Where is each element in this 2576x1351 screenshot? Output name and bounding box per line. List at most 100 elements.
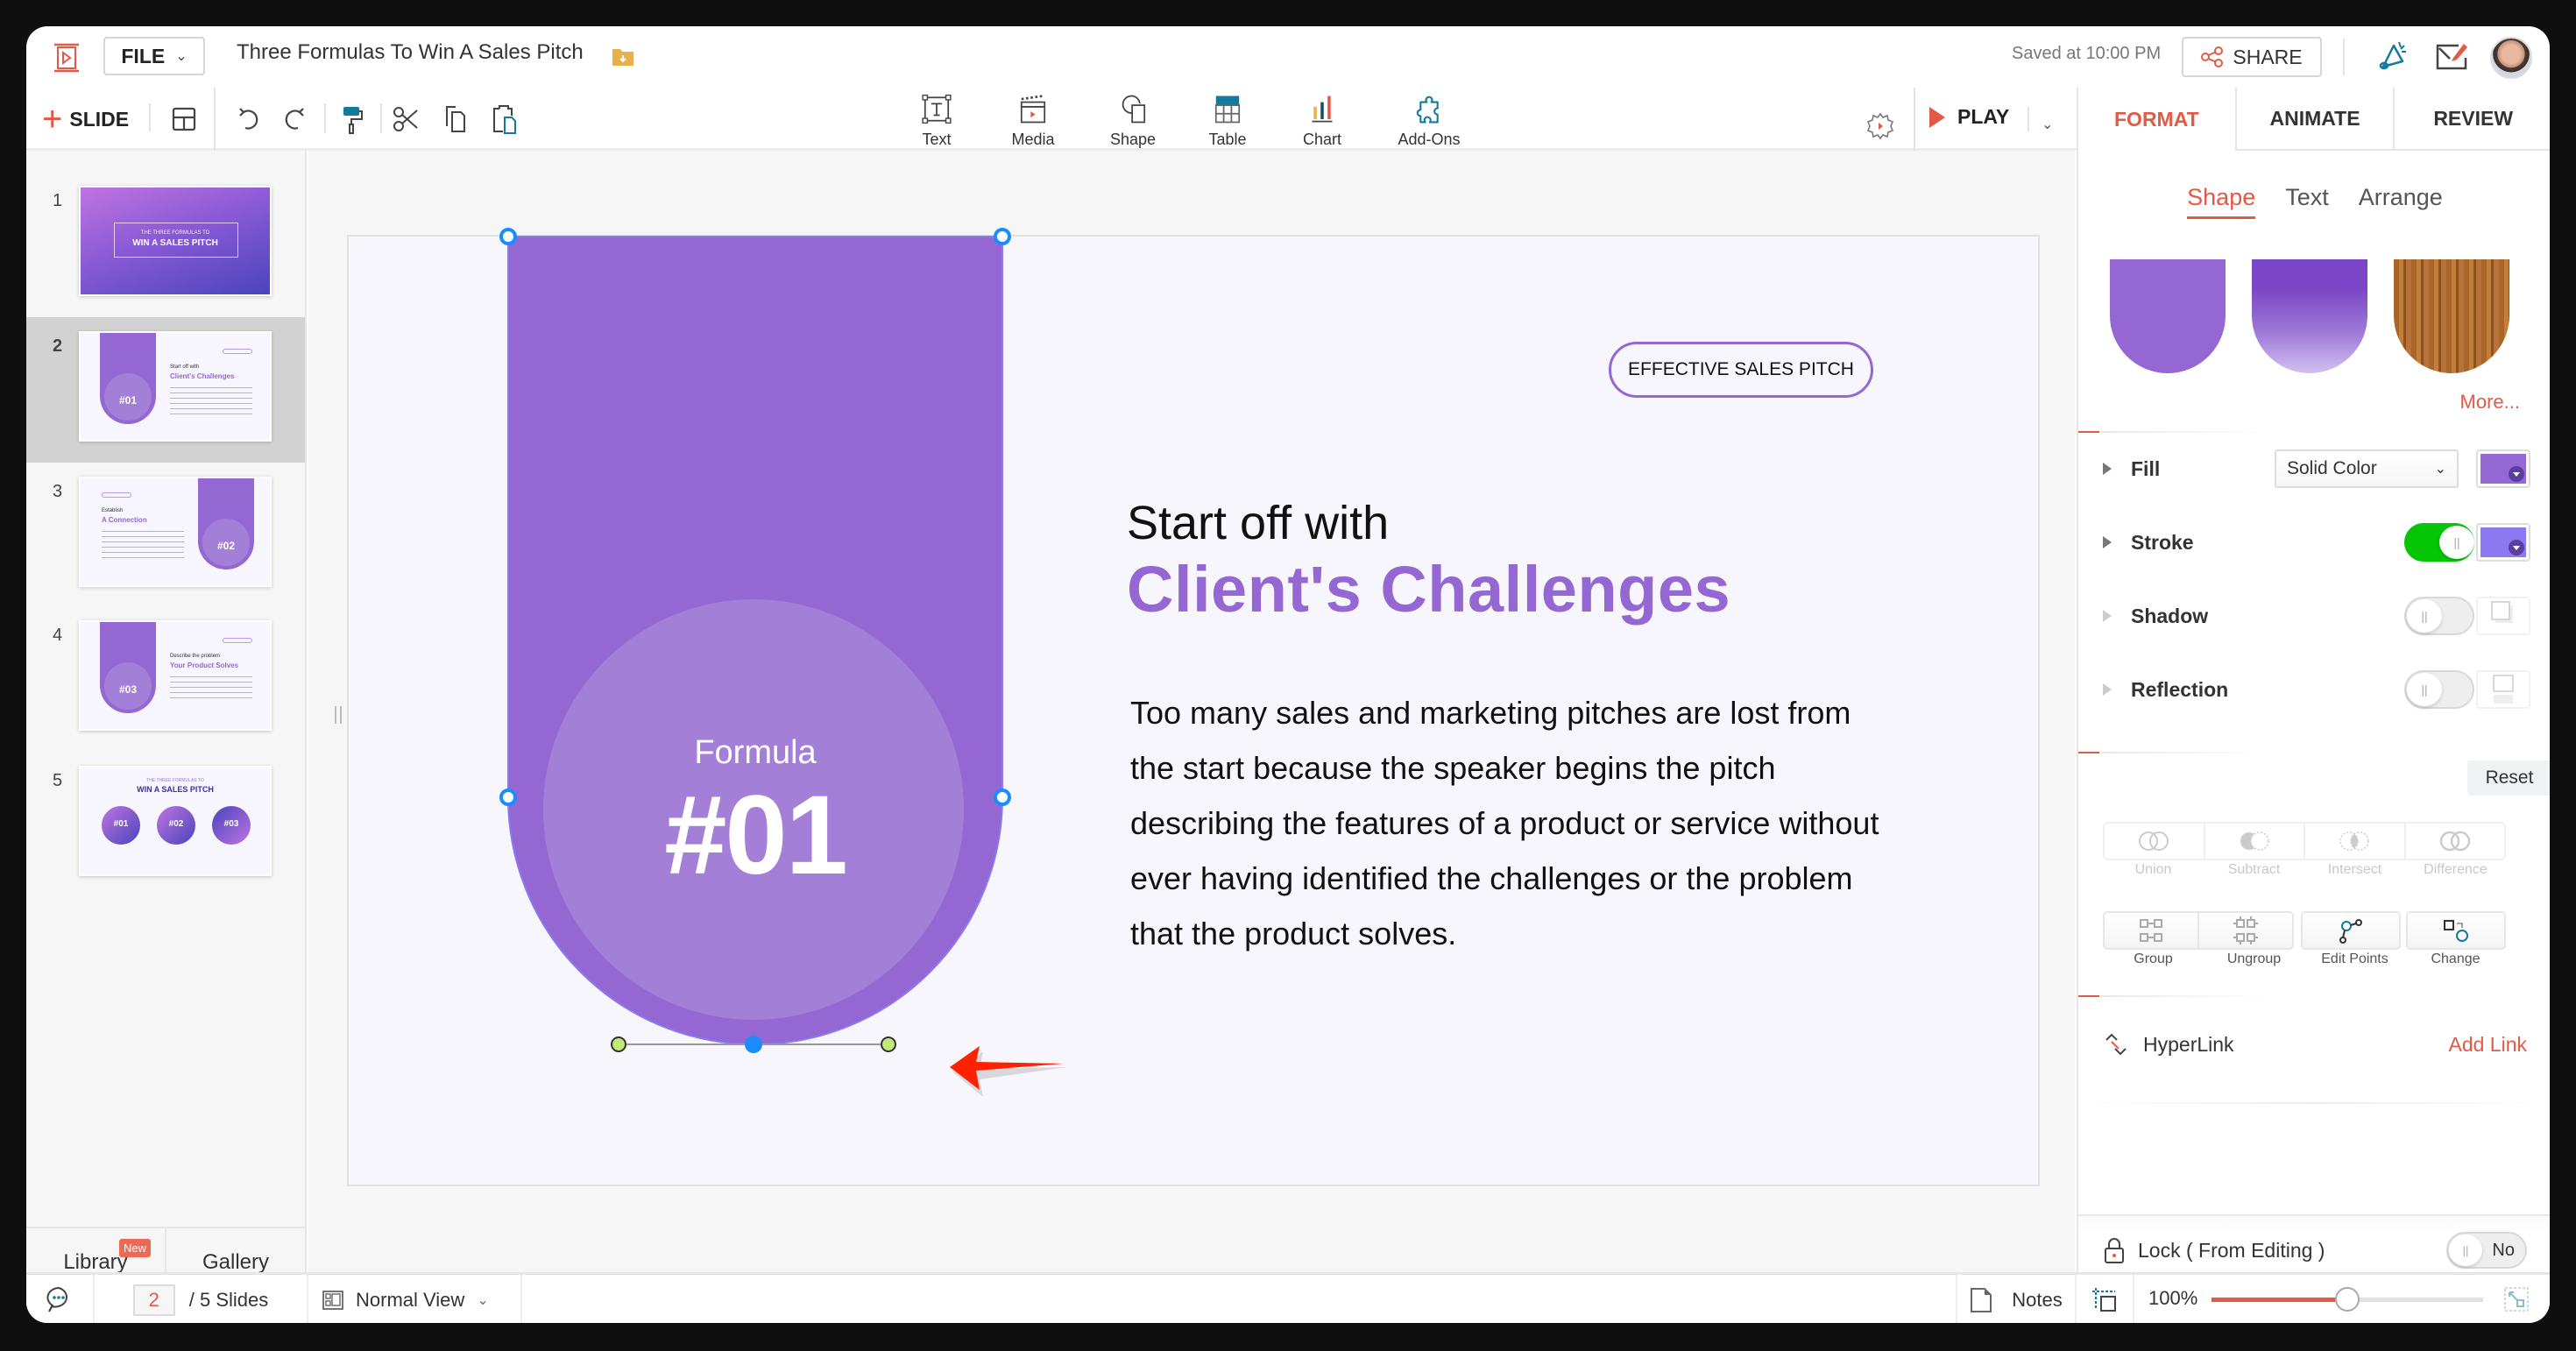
bezier-control-point-right[interactable] xyxy=(881,1036,896,1052)
slide-thumbnail[interactable]: #01 Start off with Client's Challenges xyxy=(79,331,272,442)
add-slide-button[interactable]: + SLIDE xyxy=(42,100,129,138)
shape-style-preset-solid[interactable] xyxy=(2110,259,2226,373)
difference-button[interactable] xyxy=(2403,824,2505,859)
shadow-preset-button[interactable] xyxy=(2476,597,2530,635)
subtract-button[interactable] xyxy=(2203,824,2304,859)
change-shape-button[interactable] xyxy=(2406,911,2506,950)
subtab-arrange[interactable]: Arrange xyxy=(2359,184,2443,219)
view-mode-select[interactable]: Normal View ⌄ xyxy=(308,1275,522,1323)
expand-triangle-icon[interactable] xyxy=(2103,463,2112,475)
slide-body-text[interactable]: Too many sales and marketing pitches are… xyxy=(1130,685,1884,961)
slide-thumbnail[interactable]: THE THREE FORMULAS TO WIN A SALES PITCH xyxy=(79,186,272,296)
group-button[interactable] xyxy=(2105,913,2199,948)
stroke-toggle[interactable]: || xyxy=(2404,523,2474,562)
app-logo-icon[interactable] xyxy=(51,42,82,74)
expand-triangle-icon[interactable] xyxy=(2103,536,2112,548)
toggle-knob: || xyxy=(2407,673,2442,706)
redo-icon[interactable] xyxy=(277,102,312,137)
insert-media-button[interactable]: Media xyxy=(994,93,1072,149)
notes-button[interactable]: Notes xyxy=(1956,1275,2077,1323)
undo-icon[interactable] xyxy=(231,102,266,137)
slide-number: 4 xyxy=(53,626,63,645)
insert-text-button[interactable]: Text xyxy=(897,93,976,149)
insert-chart-button[interactable]: Chart xyxy=(1283,93,1362,149)
reflection-preset-button[interactable] xyxy=(2476,670,2530,709)
slide-thumbnail-row[interactable]: 3 #02 Establish A Connection xyxy=(26,463,305,608)
file-menu-label: FILE xyxy=(121,44,166,67)
shadow-preview-icon xyxy=(2491,601,2513,623)
slide-thumbnail[interactable]: THE THREE FORMULAS TO WIN A SALES PITCH … xyxy=(79,766,272,876)
play-settings-gear-icon[interactable] xyxy=(1865,110,1896,142)
toggle-knob: || xyxy=(2407,599,2442,633)
thumb-body-lines xyxy=(170,676,252,699)
reset-button[interactable]: Reset xyxy=(2467,760,2550,796)
subtab-shape[interactable]: Shape xyxy=(2187,184,2256,219)
fill-row: Fill Solid Color ⌄ xyxy=(2103,449,2532,489)
effective-sales-pitch-tag[interactable]: EFFECTIVE SALES PITCH xyxy=(1609,342,1873,398)
slide-heading-line1[interactable]: Start off with xyxy=(1127,496,1389,550)
tab-format[interactable]: FORMAT xyxy=(2078,88,2235,151)
format-painter-icon[interactable] xyxy=(333,102,368,137)
cut-icon[interactable] xyxy=(389,102,424,137)
document-title[interactable]: Three Formulas To Win A Sales Pitch xyxy=(237,40,584,65)
add-link-button[interactable]: Add Link xyxy=(2448,1033,2527,1057)
bezier-control-point-left[interactable] xyxy=(611,1036,626,1052)
fit-to-slide-button[interactable] xyxy=(2077,1275,2134,1323)
shape-style-preset-wood[interactable] xyxy=(2394,259,2509,373)
slide-thumbnail-row-active[interactable]: 2 #01 Start off with Client's Challenges xyxy=(26,317,305,463)
panel-resize-handle[interactable] xyxy=(335,706,342,724)
slide[interactable]: Formula #01 EFFECTIVE SALES PITCH Start … xyxy=(347,228,2040,1186)
hyperlink-row: HyperLink Add Link xyxy=(2103,1025,2527,1064)
tab-animate[interactable]: ANIMATE xyxy=(2234,88,2394,151)
subtab-text[interactable]: Text xyxy=(2285,184,2329,219)
slide-thumbnail-row[interactable]: 4 #03 Describe the problem Your Product … xyxy=(26,606,305,752)
folder-icon[interactable] xyxy=(612,46,634,67)
shape-style-preset-gradient[interactable] xyxy=(2252,259,2367,373)
feedback-mail-icon[interactable] xyxy=(2432,37,2471,75)
fit-window-icon[interactable] xyxy=(2504,1287,2529,1312)
union-button[interactable] xyxy=(2105,824,2204,859)
fill-color-picker[interactable] xyxy=(2476,449,2530,488)
page-number-input[interactable]: 2 xyxy=(132,1284,175,1316)
reflection-toggle[interactable]: || xyxy=(2404,670,2474,709)
fill-type-select[interactable]: Solid Color ⌄ xyxy=(2275,449,2459,488)
resize-handle-top-left[interactable] xyxy=(499,228,517,245)
user-avatar[interactable] xyxy=(2490,37,2532,79)
share-button[interactable]: SHARE xyxy=(2182,37,2322,77)
file-menu-button[interactable]: FILE ⌄ xyxy=(103,37,205,75)
slide-thumbnail[interactable]: #02 Establish A Connection xyxy=(79,477,272,587)
thumb-badge: #02 xyxy=(216,540,236,552)
tab-review[interactable]: REVIEW xyxy=(2393,88,2550,151)
insert-text-label: Text xyxy=(922,131,952,148)
lock-label: Lock ( From Editing ) xyxy=(2138,1238,2325,1262)
expand-triangle-icon[interactable] xyxy=(2103,610,2112,622)
lock-toggle[interactable]: || No xyxy=(2446,1232,2527,1269)
copy-icon[interactable] xyxy=(438,102,473,137)
intersect-button[interactable] xyxy=(2304,824,2404,859)
fill-type-value: Solid Color xyxy=(2287,458,2377,478)
insert-shape-button[interactable]: Shape xyxy=(1093,93,1172,149)
insert-table-button[interactable]: Table xyxy=(1188,93,1267,149)
slide-thumbnail-row[interactable]: 1 THE THREE FORMULAS TO WIN A SALES PITC… xyxy=(26,172,305,317)
play-options-chevron-icon[interactable]: ⌄ xyxy=(2042,116,2053,133)
insert-addons-button[interactable]: Add-Ons xyxy=(1390,93,1468,149)
resize-handle-top-right[interactable] xyxy=(994,228,1011,245)
shadow-toggle[interactable]: || xyxy=(2404,597,2474,635)
stroke-color-picker[interactable] xyxy=(2476,523,2530,562)
slide-thumbnail-row[interactable]: 5 THE THREE FORMULAS TO WIN A SALES PITC… xyxy=(26,752,305,897)
play-button[interactable]: PLAY xyxy=(1929,105,2009,129)
zoom-slider-knob[interactable] xyxy=(2335,1287,2360,1312)
zoom-slider[interactable] xyxy=(2212,1287,2483,1312)
ungroup-button[interactable] xyxy=(2199,913,2292,948)
layout-icon[interactable] xyxy=(166,102,202,137)
more-styles-link[interactable]: More... xyxy=(2460,391,2520,414)
reflection-preview-icon xyxy=(2493,675,2514,704)
expand-triangle-icon[interactable] xyxy=(2103,683,2112,696)
announcement-megaphone-icon[interactable] xyxy=(2374,37,2413,75)
slide-heading-line2[interactable]: Client's Challenges xyxy=(1127,552,1730,626)
paste-icon[interactable] xyxy=(487,102,522,137)
comments-button[interactable] xyxy=(26,1275,95,1323)
slide-thumbnail[interactable]: #03 Describe the problem Your Product So… xyxy=(79,620,272,731)
edit-anchor-point[interactable] xyxy=(745,1036,762,1053)
edit-points-button[interactable] xyxy=(2301,911,2401,950)
